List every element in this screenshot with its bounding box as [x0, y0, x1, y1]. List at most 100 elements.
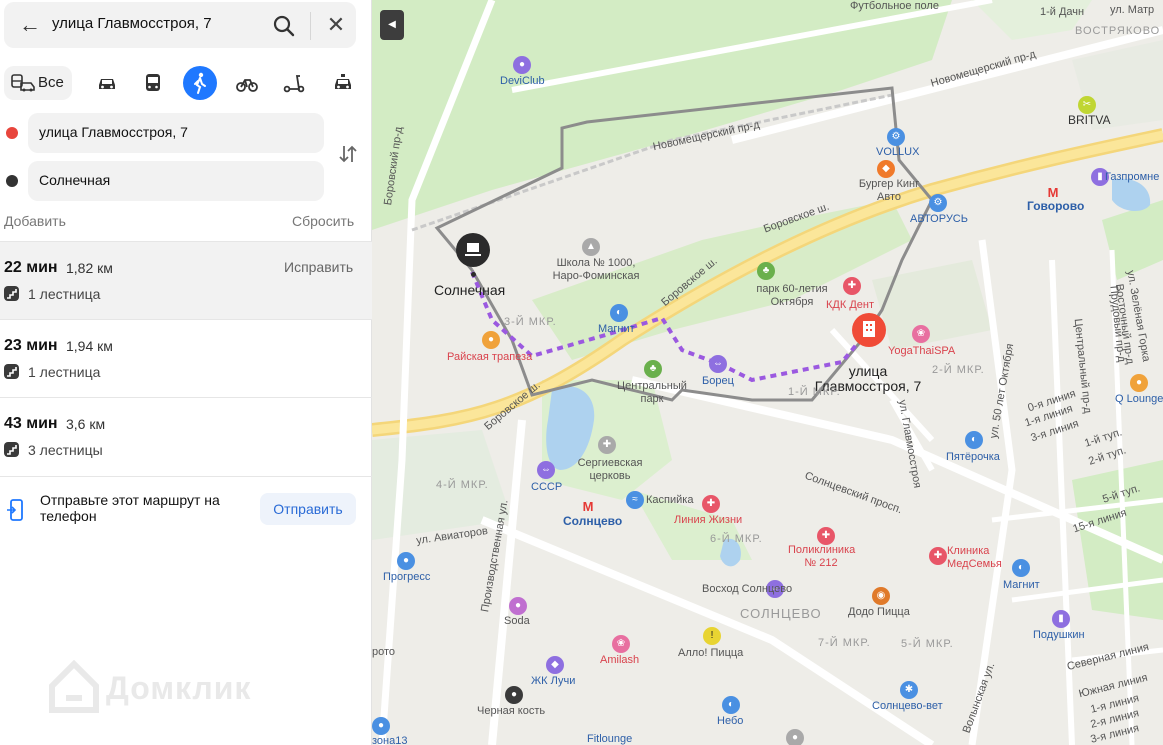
map-label: СОЛНЦЕВО — [740, 606, 822, 621]
route-time: 22 мин — [4, 259, 58, 276]
close-icon[interactable]: ✕ — [322, 12, 350, 40]
gym-icon[interactable]: ⇔ — [537, 461, 555, 479]
dentist-icon[interactable]: ✚ — [843, 277, 861, 295]
to-dot-icon — [6, 175, 18, 187]
route-stairs: 1 лестница — [28, 286, 101, 302]
barber-icon[interactable]: ✂ — [1078, 96, 1096, 114]
mode-all-button[interactable]: Все — [4, 66, 72, 100]
restaurant-icon[interactable]: ● — [482, 331, 500, 349]
search-bar[interactable]: ← улица Главмосстроя, 7 ✕ — [4, 2, 356, 48]
map-label: Пятёрочка — [946, 451, 1000, 463]
pizza-icon[interactable]: ! — [703, 627, 721, 645]
restaurant-icon[interactable]: ● — [505, 686, 523, 704]
beauty-icon[interactable]: ❀ — [612, 635, 630, 653]
swap-icon[interactable] — [336, 142, 360, 166]
map-label: 4-Й МКР. — [436, 479, 489, 491]
map-label: YogaThaiSPA — [888, 345, 956, 357]
route-option[interactable]: 43 мин 3,6 км 3 лестницы — [0, 397, 372, 475]
back-arrow-icon[interactable]: ← — [16, 12, 44, 40]
spa-icon[interactable]: ❀ — [912, 325, 930, 343]
map-label: Подушкин — [1033, 629, 1085, 641]
map-label: Поликлиника № 212 — [788, 544, 856, 569]
map-label: BRITVA — [1068, 113, 1111, 127]
park-icon[interactable]: ♣ — [757, 262, 775, 280]
map-label: 1-й Дачн — [1040, 6, 1085, 18]
route-distance: 1,82 км — [66, 260, 113, 276]
map-label: Магнит — [598, 323, 635, 335]
map-label: Центральный парк — [617, 380, 687, 405]
route-distance: 3,6 км — [66, 416, 106, 432]
car-icon — [99, 79, 115, 89]
add-point-link[interactable]: Добавить — [4, 213, 66, 229]
map-label: Бургер Кинг Авто — [858, 178, 920, 203]
destination-pin-icon[interactable] — [852, 313, 886, 347]
poi-icon[interactable]: ● — [786, 729, 804, 745]
route-time: 23 мин — [4, 337, 58, 354]
vet-icon[interactable]: ✱ — [900, 681, 918, 699]
to-field[interactable]: Солнечная — [28, 161, 324, 201]
map-label: 6-Й МКР. — [710, 533, 763, 545]
car-dealer-icon[interactable]: ⚙ — [929, 194, 947, 212]
map-label: 1-Й МКР. — [788, 386, 841, 398]
pool-icon[interactable]: ≈ — [626, 491, 644, 509]
furniture-icon[interactable]: ▮ — [1052, 610, 1070, 628]
clinic-icon[interactable]: ✚ — [929, 547, 947, 565]
mode-walk-button[interactable] — [183, 66, 217, 100]
mode-taxi-button[interactable] — [326, 66, 360, 100]
map-label: Линия Жизни — [674, 514, 743, 526]
map-view[interactable]: ◀ ● ✂ ⚙ ◆ ⚙ ▮ ▲ ♣ ✚ ❀ ◐ ● ⇔ ♣ ◐ ● ⇔ ✚ ≈ … — [372, 0, 1163, 745]
map-label: Восход Солнцево — [702, 583, 793, 595]
residence-icon[interactable]: ◆ — [546, 656, 564, 674]
bank-icon[interactable]: ● — [397, 552, 415, 570]
search-input[interactable]: улица Главмосстроя, 7 — [52, 15, 212, 32]
send-text: Отправьте этот маршрут на телефон — [40, 492, 220, 524]
park-icon[interactable]: ♣ — [644, 360, 662, 378]
walk-icon — [194, 72, 206, 94]
map-label: Борец — [702, 375, 734, 387]
church-icon[interactable]: ✚ — [598, 436, 616, 454]
stairs-icon — [4, 364, 19, 379]
start-pin-icon[interactable] — [456, 233, 490, 267]
map-label: ВОСТРЯКОВО — [1075, 25, 1161, 37]
mode-bus-button[interactable] — [136, 66, 170, 100]
mode-bike-button[interactable] — [230, 66, 264, 100]
fix-route-link[interactable]: Исправить — [284, 259, 353, 275]
shop-icon[interactable]: ◐ — [610, 304, 628, 322]
map-label: 3-Й МКР. — [504, 316, 557, 328]
multimodal-icon — [11, 74, 35, 92]
fastfood-icon[interactable]: ◆ — [877, 160, 895, 178]
route-panel: ← улица Главмосстроя, 7 ✕ Все улица Глав… — [0, 0, 372, 745]
grocery-icon[interactable]: ◐ — [965, 431, 983, 449]
from-field[interactable]: улица Главмосстроя, 7 — [28, 113, 324, 153]
stairs-icon — [4, 286, 19, 301]
map-label: Говорово — [1027, 199, 1085, 213]
collapse-panel-button[interactable]: ◀ — [380, 10, 404, 40]
bar-icon[interactable]: ● — [509, 597, 527, 615]
bus-icon — [146, 74, 160, 91]
domclick-logo-icon — [49, 660, 99, 713]
car-service-icon[interactable]: ⚙ — [887, 128, 905, 146]
lounge-icon[interactable]: ● — [1130, 374, 1148, 392]
gym-icon[interactable]: ⇔ — [709, 355, 727, 373]
clinic-icon[interactable]: ✚ — [702, 495, 720, 513]
reset-link[interactable]: Сбросить — [292, 213, 354, 229]
route-option[interactable]: 23 мин 1,94 км 1 лестница — [0, 319, 372, 397]
club-icon[interactable]: ● — [513, 56, 531, 74]
route-stairs: 3 лестницы — [28, 442, 103, 458]
pizza-icon[interactable]: ◉ — [872, 587, 890, 605]
map-label: Солнечная — [434, 282, 506, 298]
map-label: Каспийка — [646, 494, 694, 506]
route-option[interactable]: 22 мин 1,82 км Исправить 1 лестница — [0, 241, 372, 319]
send-button[interactable]: Отправить — [260, 493, 356, 525]
shop-icon[interactable]: ◐ — [722, 696, 740, 714]
mode-scooter-button[interactable] — [277, 66, 311, 100]
map-label: 7-Й МКР. — [818, 637, 871, 649]
school-icon[interactable]: ▲ — [582, 238, 600, 256]
hospital-icon[interactable]: ✚ — [817, 527, 835, 545]
mode-car-button[interactable] — [90, 66, 124, 100]
map-label: Fitlounge — [587, 733, 633, 745]
app-root: ← улица Главмосстроя, 7 ✕ Все улица Глав… — [0, 0, 1163, 745]
map-label: рото — [372, 646, 396, 658]
zone-icon[interactable]: ● — [372, 717, 390, 735]
search-icon[interactable] — [272, 14, 296, 38]
